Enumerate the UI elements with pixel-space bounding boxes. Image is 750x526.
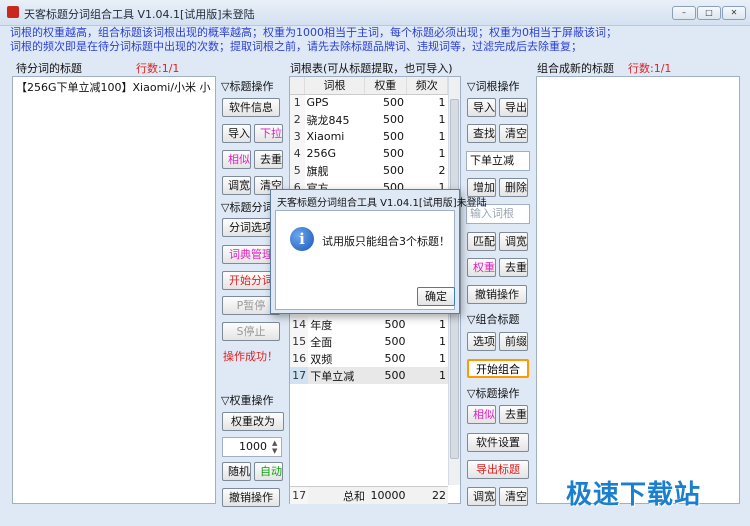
match-word-button[interactable]: 匹配 — [467, 232, 496, 251]
change-weight-button[interactable]: 权重改为 — [222, 412, 284, 431]
word-ops-heading: ▽词根操作 — [467, 80, 520, 93]
close-button[interactable]: ✕ — [722, 6, 746, 20]
widen-results-button[interactable]: 调宽 — [467, 487, 496, 506]
result-titles-list[interactable] — [536, 76, 740, 504]
table-row[interactable]: 15 全面 500 1 — [290, 333, 448, 350]
table-row[interactable]: 1 GPS 500 1 — [290, 94, 448, 111]
table-row-selected[interactable]: 17 下单立减 500 1 — [290, 367, 448, 384]
export-titles-button[interactable]: 导出标题 — [467, 460, 529, 479]
start-combine-button[interactable]: 开始组合 — [467, 359, 529, 378]
result-titles-count: 行数:1/1 — [628, 62, 672, 75]
word-table-label: 词根表(可从标题提取，也可导入) — [290, 62, 453, 75]
result-ops-heading: ▽标题操作 — [467, 387, 520, 400]
title-bar: 天客标题分词组合工具 V1.04.1[试用版]未登陆 – □ ✕ — [0, 0, 750, 26]
table-row[interactable]: 16 双频 500 1 — [290, 350, 448, 367]
dialog-message: 试用版只能组合3个标题！ — [322, 235, 450, 248]
help-line-2: 词根的频次即是在待分词标题中出现的次数；提取词根之前，请先去除标题品牌词、违规词… — [10, 40, 582, 53]
pulldown-titles-button[interactable]: 下拉 — [254, 124, 283, 143]
list-item[interactable]: 【256G下单立减100】Xiaomi/小米 小 — [13, 77, 215, 97]
software-info-button[interactable]: 软件信息 — [222, 98, 280, 117]
help-line-1: 词根的权重越高，组合标题该词根出现的概率越高；权重为1000相当于主词，每个标题… — [10, 26, 617, 39]
auto-weight-button[interactable]: 自动 — [254, 462, 283, 481]
combine-heading: ▽组合标题 — [467, 313, 520, 326]
help-description: 词根的权重越高，组合标题该词根出现的概率越高；权重为1000相当于主词，每个标题… — [10, 26, 740, 54]
export-words-button[interactable]: 导出 — [499, 98, 528, 117]
app-icon — [7, 6, 19, 18]
table-row[interactable]: 4 256G 500 1 — [290, 145, 448, 162]
widen-words-button[interactable]: 调宽 — [499, 232, 528, 251]
alert-dialog: 天客标题分词组合工具 V1.04.1[试用版]未登陆 i 试用版只能组合3个标题… — [270, 189, 487, 314]
word-table-lower: 14 年度 500 1 15 全面 500 1 16 双频 500 1 17 下单立减 500 1 — [290, 316, 448, 384]
import-words-button[interactable]: 导入 — [467, 98, 496, 117]
stop-button[interactable]: S停止 — [222, 322, 280, 341]
table-row[interactable]: 2 骁龙845 500 1 — [290, 111, 448, 128]
random-weight-button[interactable]: 随机 — [222, 462, 251, 481]
word-search-input[interactable]: 下单立减 — [466, 151, 530, 171]
col-word[interactable]: 词根 — [304, 77, 366, 95]
col-weight[interactable]: 权重 — [364, 77, 407, 95]
dialog-ok-button[interactable]: 确定 — [417, 287, 455, 306]
table-header: 词根 权重 频次 — [290, 77, 449, 95]
dedupe-titles-button[interactable]: 去重 — [254, 150, 283, 169]
col-frequency[interactable]: 频次 — [406, 77, 449, 95]
table-row[interactable]: 5 旗舰 500 2 — [290, 162, 448, 179]
source-titles-label: 待分词的标题 — [16, 62, 82, 75]
dedupe-words-button[interactable]: 去重 — [499, 258, 528, 277]
find-word-button[interactable]: 查找 — [467, 124, 496, 143]
minimize-button[interactable]: – — [672, 6, 696, 20]
combine-options-button[interactable]: 选项 — [467, 332, 496, 351]
undo-weight-button[interactable]: 撤销操作 — [222, 488, 280, 507]
source-titles-list[interactable]: 【256G下单立减100】Xiaomi/小米 小 — [12, 76, 216, 504]
window-title: 天客标题分词组合工具 V1.04.1[试用版]未登陆 — [24, 8, 255, 21]
maximize-button[interactable]: □ — [697, 6, 721, 20]
info-icon: i — [290, 227, 314, 251]
watermark-logo: 极速下载站 — [566, 480, 702, 510]
widen-titles-button[interactable]: 调宽 — [222, 176, 251, 195]
similar-titles-button[interactable]: 相似 — [222, 150, 251, 169]
status-message: 操作成功！ — [223, 350, 278, 363]
table-row[interactable]: 14 年度 500 1 — [290, 316, 448, 333]
dedupe-results-button[interactable]: 去重 — [499, 405, 528, 424]
word-table-footer: 17 总和 10000 22 — [290, 486, 448, 504]
weight-words-button[interactable]: 权重 — [467, 258, 496, 277]
software-settings-button[interactable]: 软件设置 — [467, 433, 529, 452]
weight-ops-heading: ▽权重操作 — [221, 394, 274, 407]
clear-results-button[interactable]: 清空 — [499, 487, 528, 506]
table-row[interactable]: 3 Xiaomi 500 1 — [290, 128, 448, 145]
word-grid: 词根 权重 频次 1 GPS 500 1 2 骁龙845 500 1 3 Xiaomi 500 1… — [290, 77, 449, 196]
similar-results-button[interactable]: 相似 — [467, 405, 496, 424]
undo-words-button[interactable]: 撤销操作 — [467, 285, 527, 304]
source-titles-count: 行数:1/1 — [136, 62, 180, 75]
delete-word-button[interactable]: 删除 — [499, 178, 528, 197]
prefix-button[interactable]: 前缀 — [499, 332, 528, 351]
segment-ops-heading: ▽标题分词 — [221, 201, 274, 214]
clear-words-button[interactable]: 清空 — [499, 124, 528, 143]
dialog-title: 天客标题分词组合工具 V1.04.1[试用版]未登陆 — [277, 198, 487, 209]
import-titles-button[interactable]: 导入 — [222, 124, 251, 143]
title-ops-heading: ▽标题操作 — [221, 80, 274, 93]
result-titles-label: 组合成新的标题 — [537, 62, 614, 75]
stepper-arrows-icon[interactable]: ▲ ▼ — [272, 439, 277, 455]
